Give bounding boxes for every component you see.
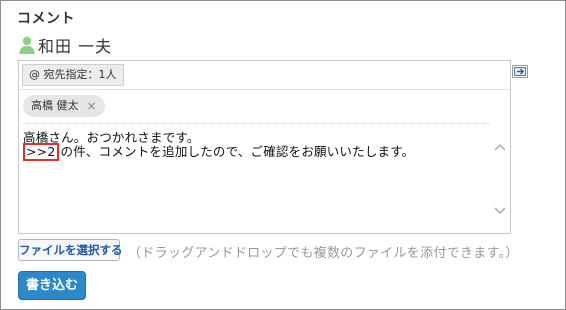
- recipient-name: 高橋 健太: [31, 99, 79, 112]
- comment-line-2-text: の件、コメントを追加したので、ご確認をお願いいたします。: [60, 144, 415, 159]
- author: 和田 一夫: [18, 34, 112, 56]
- comment-line-2: >>2 の件、コメントを追加したので、ご確認をお願いいたします。: [23, 141, 414, 161]
- comment-editor[interactable]: @ 宛先指定：1人 高橋 健太 × 高橋さん。おつかれさまです。 >>2 の件、コ…: [18, 60, 511, 234]
- author-name: 和田 一夫: [38, 37, 113, 56]
- destination-button[interactable]: @ 宛先指定：1人: [22, 64, 124, 86]
- submit-button[interactable]: 書き込む: [18, 271, 86, 300]
- recipient-chip: 高橋 健太 ×: [23, 95, 105, 117]
- expand-editor-icon[interactable]: [512, 65, 528, 78]
- file-drop-hint: （ドラッグアンドドロップでも複数のファイルを添付できます。）: [128, 246, 519, 261]
- scroll-down-icon[interactable]: [494, 207, 506, 217]
- comment-textarea[interactable]: 高橋さん。おつかれさまです。 >>2 の件、コメントを追加したので、ご確認をお願い…: [23, 123, 489, 231]
- divider: [19, 89, 510, 90]
- section-title: コメント: [17, 11, 75, 27]
- choose-file-button[interactable]: ファイルを選択する: [18, 239, 123, 261]
- remove-recipient-icon[interactable]: ×: [87, 95, 97, 117]
- scroll-up-icon[interactable]: [494, 143, 506, 153]
- destination-bar: @ 宛先指定：1人: [19, 61, 510, 89]
- user-icon: [18, 35, 36, 55]
- reply-reference: >>2: [23, 143, 59, 161]
